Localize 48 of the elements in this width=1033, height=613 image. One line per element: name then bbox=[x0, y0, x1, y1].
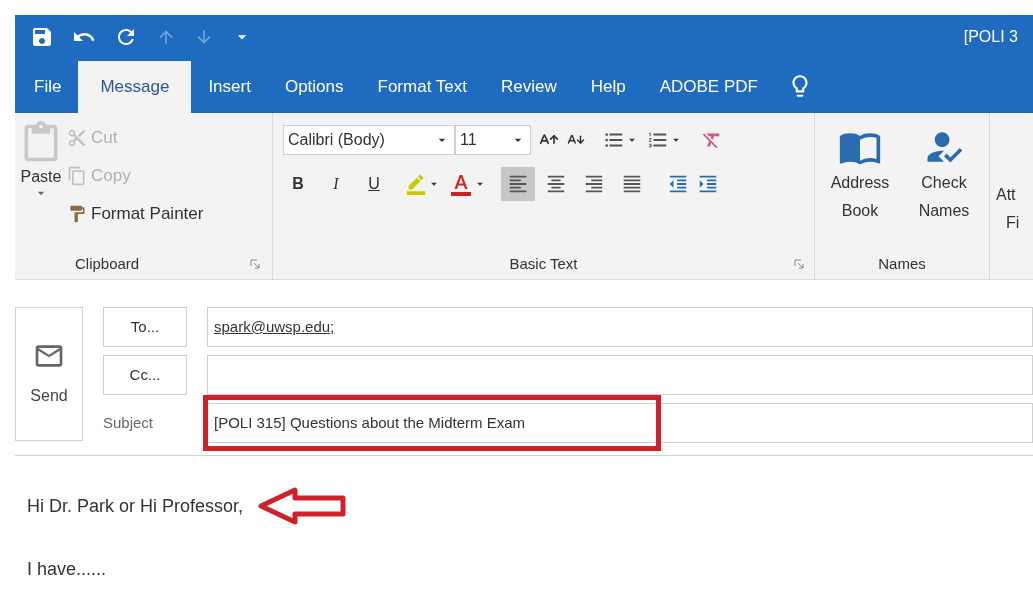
ribbon-tab[interactable]: Options bbox=[267, 61, 361, 113]
ribbon-tab[interactable]: Help bbox=[573, 61, 643, 113]
font-name: Calibri (Body) bbox=[288, 130, 385, 150]
cc-field[interactable] bbox=[207, 355, 1033, 395]
format-button[interactable]: I bbox=[321, 169, 351, 199]
clipboard-button[interactable]: Format Painter bbox=[67, 199, 204, 229]
recipient[interactable]: spark@uwsp.edu; bbox=[214, 315, 335, 339]
ribbon-tab[interactable]: ADOBE PDF bbox=[642, 61, 775, 113]
font-size: 11 bbox=[460, 130, 477, 150]
format-button[interactable]: B bbox=[283, 169, 313, 199]
paintbrush-icon bbox=[67, 204, 87, 224]
ribbon-tab[interactable]: Message bbox=[78, 61, 192, 113]
body-text: I have...... bbox=[27, 558, 108, 581]
subject-label: Subject bbox=[103, 412, 155, 433]
attach-label: Fi bbox=[1005, 213, 1020, 233]
paste-button[interactable]: Paste bbox=[20, 169, 62, 185]
dialog-launcher-icon[interactable] bbox=[794, 259, 804, 269]
align-button[interactable] bbox=[501, 167, 535, 201]
ribbon-tab[interactable]: Format Text bbox=[360, 61, 484, 113]
align-justify-icon bbox=[621, 173, 643, 195]
attach-label: Att bbox=[996, 185, 1017, 205]
font-size-dropdown[interactable]: 11 bbox=[455, 125, 531, 155]
align-center-icon bbox=[545, 173, 567, 195]
ribbon-tab[interactable]: Review bbox=[483, 61, 574, 113]
group-label: Basic Text bbox=[509, 253, 578, 274]
font-color-icon[interactable] bbox=[449, 172, 473, 196]
to-field[interactable]: spark@uwsp.edu; bbox=[207, 307, 1033, 347]
scissors-icon bbox=[67, 128, 87, 148]
send-button[interactable]: Send bbox=[15, 307, 83, 441]
names-button[interactable]: Check Names bbox=[907, 125, 981, 225]
format-button[interactable]: U bbox=[359, 169, 389, 199]
ribbon-tab[interactable]: Insert bbox=[191, 61, 268, 113]
window-title: [POLI 3 bbox=[963, 26, 1018, 47]
font-dropdown[interactable]: Calibri (Body) bbox=[283, 125, 455, 155]
ribbon-tab[interactable]: File bbox=[17, 61, 79, 113]
copy-icon bbox=[67, 166, 87, 186]
increase-indent-icon[interactable] bbox=[697, 173, 719, 195]
names-button[interactable]: Address Book bbox=[823, 125, 897, 225]
group-label: Names bbox=[878, 253, 926, 274]
group-label: Clipboard bbox=[75, 253, 140, 274]
subject-field[interactable]: [POLI 315] Questions about the Midterm Exam bbox=[207, 403, 1033, 443]
align-left-icon bbox=[507, 173, 529, 195]
cc-button[interactable]: Cc... bbox=[103, 355, 187, 395]
to-button[interactable]: To... bbox=[103, 307, 187, 347]
dialog-launcher-icon[interactable] bbox=[250, 259, 260, 269]
align-right-icon bbox=[583, 173, 605, 195]
body-text: Hi Dr. Park or Hi Professor, bbox=[27, 494, 244, 518]
decrease-indent-icon[interactable] bbox=[667, 173, 689, 195]
